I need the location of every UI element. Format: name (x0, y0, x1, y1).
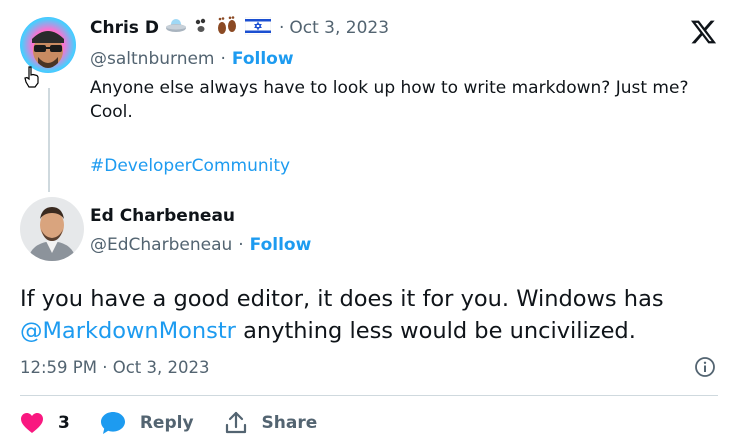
ufo-icon (165, 17, 187, 39)
quoted-tweet-text: Anyone else always have to look up how t… (90, 78, 689, 122)
follow-chris-link[interactable]: Follow (232, 49, 294, 69)
reply-timestamp[interactable]: 12:59 PM · Oct 3, 2023 (20, 358, 209, 377)
like-count: 3 (58, 413, 70, 433)
heart-icon (21, 413, 43, 433)
share-label: Share (261, 413, 318, 433)
reply-author-handle[interactable]: @EdCharbeneau (90, 235, 232, 255)
reply-text-start: If you have a good editor, it does it fo… (20, 286, 664, 312)
share-button[interactable]: Share (224, 411, 318, 435)
reply-button[interactable]: Reply (100, 411, 194, 435)
x-logo-icon[interactable] (688, 18, 719, 46)
hashtag-link[interactable]: #DeveloperCommunity (90, 156, 290, 176)
info-icon[interactable] (694, 356, 716, 378)
ed-avatar[interactable] (20, 197, 84, 261)
mention-link[interactable]: @MarkdownMonstr (20, 318, 236, 344)
reply-author-name[interactable]: Ed Charbeneau (90, 206, 235, 226)
thread-connector-line (48, 88, 50, 192)
footprints-icon (215, 16, 239, 40)
quoted-separator: · (278, 18, 285, 38)
reply-text-end: anything less would be uncivilized. (235, 318, 636, 344)
share-icon (225, 411, 246, 434)
reply-label: Reply (139, 413, 194, 433)
paw-prints-icon (193, 17, 209, 39)
action-bar: 3 Reply Share (20, 410, 347, 436)
quoted-author-handle[interactable]: @saltnburnem (90, 49, 215, 69)
reply-handle-separator: · (238, 235, 244, 255)
israel-flag-icon (244, 16, 272, 39)
handle-separator: · (220, 49, 226, 69)
actions-divider (20, 395, 718, 396)
reply-tweet-text: If you have a good editor, it does it fo… (20, 283, 725, 347)
like-button[interactable]: 3 (20, 412, 70, 434)
chris-avatar[interactable] (20, 17, 76, 73)
reply-bubble-icon (100, 412, 125, 434)
follow-ed-link[interactable]: Follow (250, 235, 312, 255)
quoted-timestamp[interactable]: Oct 3, 2023 (289, 18, 389, 38)
hand-cursor-icon (24, 66, 39, 88)
quoted-author-name[interactable]: Chris D (90, 18, 159, 38)
